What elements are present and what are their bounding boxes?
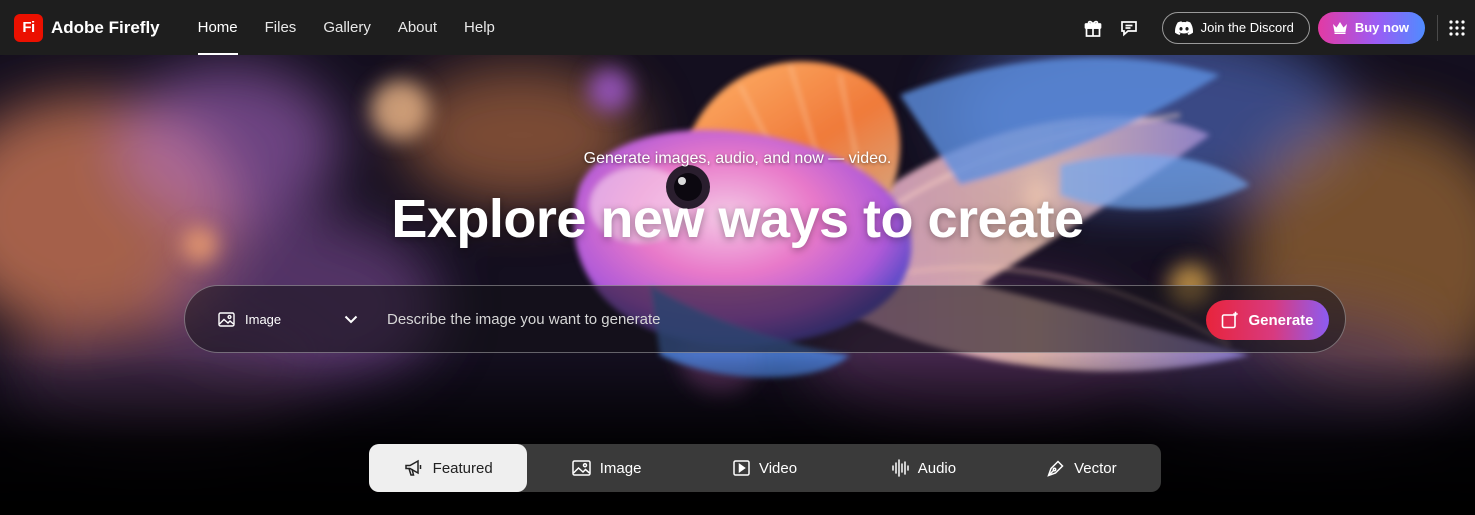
top-navigation-bar: Fi Adobe Firefly Home Files Gallery Abou…	[0, 0, 1475, 55]
prompt-bar: Image Generate	[184, 285, 1346, 353]
brand-name: Adobe Firefly	[51, 17, 160, 37]
pen-nib-icon	[1047, 460, 1064, 477]
tab-video[interactable]: Video	[686, 444, 844, 492]
nav-item-files[interactable]: Files	[265, 0, 297, 55]
apps-grid-icon[interactable]	[1446, 17, 1468, 39]
firefly-logo-icon: Fi	[14, 13, 43, 42]
generation-type-select[interactable]: Image	[218, 312, 358, 327]
tab-image[interactable]: Image	[527, 444, 685, 492]
tab-audio[interactable]: Audio	[844, 444, 1002, 492]
brand[interactable]: Fi Adobe Firefly	[14, 13, 160, 42]
nav-item-about[interactable]: About	[398, 0, 437, 55]
header-divider	[1437, 14, 1438, 41]
main-nav: Home Files Gallery About Help	[197, 0, 522, 55]
image-icon	[218, 311, 235, 327]
hero-subtitle: Generate images, audio, and now — video.	[583, 150, 892, 167]
nav-item-gallery[interactable]: Gallery	[323, 0, 371, 55]
tab-featured-label: Featured	[432, 459, 493, 477]
chevron-down-icon	[344, 315, 358, 323]
tab-video-label: Video	[758, 459, 798, 477]
nav-item-home[interactable]: Home	[197, 0, 238, 55]
prompt-input[interactable]	[387, 299, 1187, 339]
generate-label: Generate	[1248, 311, 1314, 329]
discord-label: Join the Discord	[1200, 20, 1294, 35]
audio-wave-icon	[891, 459, 909, 477]
chat-bubble-icon[interactable]	[1118, 17, 1140, 39]
video-icon	[733, 460, 750, 476]
buy-now-button[interactable]: Buy now	[1317, 11, 1425, 44]
nav-item-help[interactable]: Help	[464, 0, 495, 55]
buy-now-label: Buy now	[1354, 20, 1409, 35]
discord-icon	[1174, 20, 1193, 35]
hero-section: Generate images, audio, and now — video.…	[0, 55, 1475, 515]
crown-icon	[1332, 22, 1347, 34]
tab-featured[interactable]: Featured	[369, 444, 528, 492]
generate-button[interactable]: Generate	[1206, 300, 1329, 340]
hero-title: Explore new ways to create	[391, 189, 1084, 249]
generation-type-label: Image	[245, 311, 282, 327]
tab-vector[interactable]: Vector	[1003, 444, 1161, 492]
tab-audio-label: Audio	[917, 459, 957, 477]
tab-vector-label: Vector	[1074, 459, 1117, 477]
header-actions: Join the Discord Buy now	[1082, 11, 1475, 44]
image-icon	[572, 460, 591, 476]
category-tabs: Featured Image Video Audio Vector	[369, 444, 1161, 492]
join-discord-button[interactable]: Join the Discord	[1161, 11, 1310, 44]
tab-image-label: Image	[599, 459, 642, 477]
generate-sparkle-icon	[1222, 311, 1239, 329]
megaphone-icon	[404, 459, 421, 476]
gift-icon[interactable]	[1082, 17, 1104, 39]
